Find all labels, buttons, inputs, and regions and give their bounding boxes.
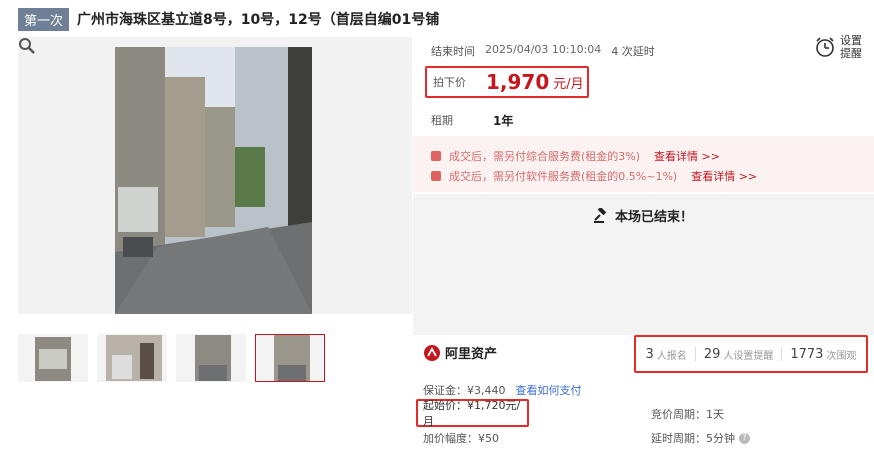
platform-name: 阿里资产 <box>445 347 498 362</box>
auction-ended-text: 本场已结束！ <box>615 210 694 225</box>
price-value: 1,970 <box>486 70 550 94</box>
fee-notice-panel: 成交后，需另付综合服务费(租金的3%) 查看详情 >> 成交后，需另付软件服务费… <box>413 136 874 192</box>
zoom-icon[interactable] <box>18 37 36 55</box>
platform-brand: 阿里资产 <box>423 343 497 362</box>
delay-count: 4 次延时 <box>611 45 655 58</box>
service-fee-details-link[interactable]: 查看详情 >> <box>654 148 720 164</box>
ali-asset-logo-icon <box>424 344 440 361</box>
software-fee-details-link[interactable]: 查看详情 >> <box>691 168 757 184</box>
lease-term-value: 1年 <box>493 114 514 128</box>
end-time-label: 结束时间 <box>431 45 475 58</box>
auction-panel: 结束时间 2025/04/03 10:10:04 4 次延时 设置提醒 拍下价 … <box>413 30 874 464</box>
thumbnail-4-active[interactable] <box>255 334 325 382</box>
views-count: 1773 <box>790 346 824 362</box>
end-time-value: 2025/04/03 10:10:04 <box>485 43 602 56</box>
end-time-row: 结束时间 2025/04/03 10:10:04 4 次延时 <box>431 43 655 59</box>
thumbnail-2[interactable] <box>97 334 167 382</box>
price-label: 拍下价 <box>433 76 466 89</box>
set-reminder-label: 设置提醒 <box>840 34 862 60</box>
bid-increment: 加价幅度：¥50 <box>423 432 499 445</box>
auction-status-panel: 本场已结束！ <box>413 194 874 335</box>
notice-icon <box>431 151 441 161</box>
registrants-count: 3 <box>645 346 654 362</box>
main-photo[interactable] <box>18 37 412 314</box>
thumbnail-strip <box>18 334 334 382</box>
start-price-value: 起始价：¥1,720元/月 <box>423 399 521 428</box>
deposit-value: 保证金：¥3,440 <box>423 384 506 397</box>
lease-term-row: 租期 1年 <box>431 112 513 129</box>
divider <box>781 347 783 361</box>
bid-cycle: 竞价周期：1天 <box>651 408 724 421</box>
thumbnail-1[interactable] <box>18 334 88 382</box>
thumbnail-3[interactable] <box>176 334 246 382</box>
gavel-icon <box>594 207 607 223</box>
software-fee-text: 成交后，需另付软件服务费(租金的0.5%~1%) <box>449 170 678 183</box>
winning-price-box: 拍下价 1,970 元/月 <box>425 66 589 98</box>
start-price-box: 起始价：¥1,720元/月 <box>416 399 529 428</box>
title-row: 第一次 广州市海珠区基立道8号，10号，12号（首层自编01号铺 <box>18 7 440 31</box>
registrants-label: 人报名 <box>656 350 687 362</box>
auction-ended-message: 本场已结束！ <box>593 206 693 225</box>
delay-cycle-value: 延时周期：5分钟 <box>651 432 735 445</box>
service-fee-notice: 成交后，需另付综合服务费(租金的3%) 查看详情 >> <box>431 148 720 164</box>
alarm-clock-icon <box>816 37 834 57</box>
page-title: 广州市海珠区基立道8号，10号，12号（首层自编01号铺 <box>77 12 440 28</box>
price-unit: 元/月 <box>553 76 584 92</box>
notice-icon <box>431 171 441 181</box>
reminders-label: 人设置提醒 <box>723 350 774 362</box>
delay-cycle-row: 延时周期：5分钟 ? <box>651 430 750 446</box>
how-to-pay-link[interactable]: 查看如何支付 <box>516 382 582 398</box>
views-label: 次围观 <box>826 350 857 362</box>
set-reminder-button[interactable]: 设置提醒 <box>814 34 864 60</box>
software-fee-notice: 成交后，需另付软件服务费(租金的0.5%~1%) 查看详情 >> <box>431 168 757 184</box>
lease-term-label: 租期 <box>431 114 453 127</box>
reminders-count: 29 <box>703 346 721 362</box>
question-icon[interactable]: ? <box>739 432 750 444</box>
round-badge: 第一次 <box>18 7 70 31</box>
divider <box>694 347 696 361</box>
deposit-row: 保证金：¥3,440 查看如何支付 <box>423 382 582 398</box>
service-fee-text: 成交后，需另付综合服务费(租金的3%) <box>449 150 641 163</box>
participation-stats: 3 人报名 29 人设置提醒 1773 次围观 <box>634 335 868 373</box>
